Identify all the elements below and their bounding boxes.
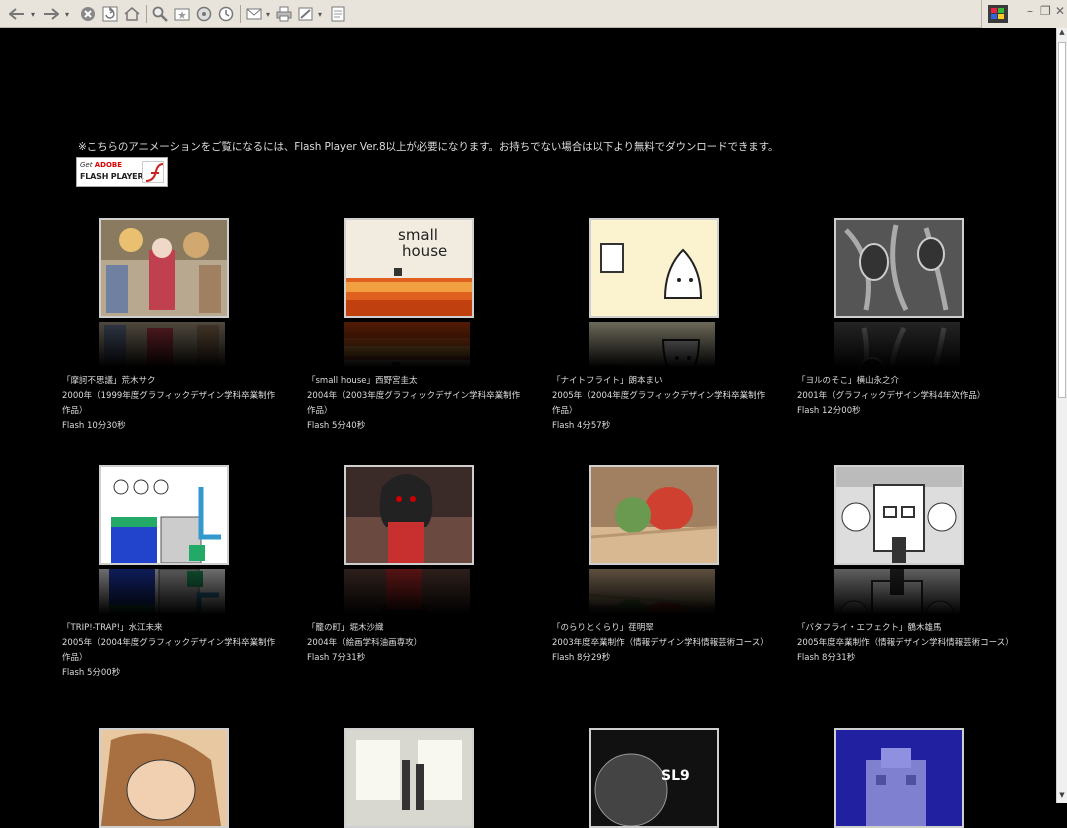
vertical-scrollbar[interactable]: ▲ ▼ [1056,28,1067,803]
toolbar-separator [146,5,147,23]
scroll-down-arrow-icon[interactable]: ▼ [1057,791,1067,803]
animation-title[interactable]: 「ナイトフライト」朗本まい [552,374,767,389]
animation-year: 2001年（グラフィックデザイン学科4年次作品） [797,391,986,401]
animation-duration: Flash 5分00秒 [62,668,121,678]
mail-dropdown-icon[interactable]: ▾ [264,4,272,24]
back-arrow-icon[interactable] [6,4,28,24]
animation-duration: Flash 5分40秒 [307,421,366,431]
close-icon[interactable]: ✕ [1055,4,1065,18]
animation-duration: Flash 4分57秒 [552,421,611,431]
animation-thumbnail[interactable] [589,465,719,565]
svg-text:SL9: SL9 [661,768,690,784]
animation-title[interactable]: 「バタフライ・エフェクト」鶴木雄馬 [797,621,1012,636]
home-icon[interactable] [122,4,142,24]
browser-toolbar: ▾ ▾ ▾ ▾ [0,0,1067,28]
animation-thumbnail[interactable] [99,218,229,318]
animation-year: 2000年（1999年度グラフィックデザイン学科卒業制作作品） [62,391,276,416]
animation-duration: Flash 8分29秒 [552,653,611,663]
animation-year: 2005年度卒業制作（情報デザイン学科情報芸術コース） [797,638,1014,648]
stop-icon[interactable] [78,4,98,24]
toolbar-separator [240,5,241,23]
animation-thumbnail[interactable]: SL9 [589,728,719,828]
animation-year: 2004年（2003年度グラフィックデザイン学科卒業制作作品） [307,391,521,416]
animation-thumbnail[interactable] [589,218,719,318]
animation-thumbnail[interactable] [344,465,474,565]
history-icon[interactable] [216,4,236,24]
animation-duration: Flash 10分30秒 [62,421,126,431]
reflection-fade [99,565,229,617]
mail-icon[interactable] [244,4,264,24]
reflection-fade [834,565,964,617]
search-icon[interactable] [150,4,170,24]
reflection-fade [344,318,474,370]
window-controls: – ❐ ✕ [981,0,1067,28]
animation-info: 「のらりとくらり」荏明翠 2003年度卒業制作（情報デザイン学科情報芸術コース） F… [552,621,769,666]
forward-arrow-icon[interactable] [40,4,62,24]
animation-info: 「ナイトフライト」朗本まい 2005年（2004年度グラフィックデザイン学科卒業制… [552,374,767,434]
back-dropdown-icon[interactable]: ▾ [28,4,38,24]
animation-title[interactable]: 「TRIP!-TRAP!」水江未来 [62,621,277,636]
edit-dropdown-icon[interactable]: ▾ [316,4,324,24]
animation-duration: Flash 12分00秒 [797,406,861,416]
flash-requirement-notice: ※こちらのアニメーションをご覧になるには、Flash Player Ver.8以… [78,141,779,153]
animation-thumbnail[interactable]: small house [344,218,474,318]
animation-title[interactable]: 「small house」西野宮圭太 [307,374,522,389]
flash-badge-get: Get ADOBE [80,161,123,169]
animation-duration: Flash 8分31秒 [797,653,856,663]
windows-logo-icon [988,5,1008,23]
animation-title[interactable]: 「摩訶不思議」荒木サク [62,374,277,389]
animation-thumbnail[interactable] [834,728,964,828]
favorites-icon[interactable] [172,4,192,24]
reflection-fade [589,565,719,617]
reflection-fade [99,318,229,370]
flash-badge-product: FLASH PLAYER [80,172,144,181]
animation-year: 2005年（2004年度グラフィックデザイン学科卒業制作作品） [552,391,766,416]
media-icon[interactable] [194,4,214,24]
animation-info: 「small house」西野宮圭太 2004年（2003年度グラフィックデザイン… [307,374,522,434]
restore-icon[interactable]: ❐ [1040,4,1051,18]
animation-thumbnail[interactable] [99,465,229,565]
animation-title[interactable]: 「籠の町」堀木沙織 [307,621,522,636]
minimize-icon[interactable]: – [1027,4,1033,18]
animation-title[interactable]: 「ヨルのそこ」横山永之介 [797,374,1012,389]
reflection-fade [344,565,474,617]
animation-info: 「TRIP!-TRAP!」水江未来 2005年（2004年度グラフィックデザイン学… [62,621,277,681]
animation-thumbnail[interactable] [99,728,229,828]
animation-info: 「摩訶不思議」荒木サク 2000年（1999年度グラフィックデザイン学科卒業制作作… [62,374,277,434]
svg-text:house: house [402,242,447,260]
reflection-fade [589,318,719,370]
animation-thumbnail[interactable] [834,218,964,318]
animation-thumbnail[interactable] [344,728,474,828]
get-flash-player-button[interactable]: Get ADOBE FLASH PLAYER [76,157,168,187]
animation-thumbnail[interactable] [834,465,964,565]
animation-year: 2003年度卒業制作（情報デザイン学科情報芸術コース） [552,638,769,648]
animation-duration: Flash 7分31秒 [307,653,366,663]
forward-dropdown-icon[interactable]: ▾ [62,4,72,24]
animation-year: 2005年（2004年度グラフィックデザイン学科卒業制作作品） [62,638,276,663]
animation-year: 2004年（絵画学科油画専攻） [307,638,423,648]
flash-logo-icon [142,161,164,183]
discuss-icon[interactable] [328,4,348,24]
scroll-up-arrow-icon[interactable]: ▲ [1057,28,1067,40]
scroll-thumb[interactable] [1058,42,1066,398]
reflection-fade [834,318,964,370]
animation-info: 「バタフライ・エフェクト」鶴木雄馬 2005年度卒業制作（情報デザイン学科情報芸術… [797,621,1014,666]
edit-icon[interactable] [296,4,316,24]
refresh-icon[interactable] [100,4,120,24]
print-icon[interactable] [274,4,294,24]
animation-info: 「ヨルのそこ」横山永之介 2001年（グラフィックデザイン学科4年次作品） Flas… [797,374,1012,419]
animation-title[interactable]: 「のらりとくらり」荏明翠 [552,621,767,636]
animation-info: 「籠の町」堀木沙織 2004年（絵画学科油画専攻） Flash 7分31秒 [307,621,522,666]
